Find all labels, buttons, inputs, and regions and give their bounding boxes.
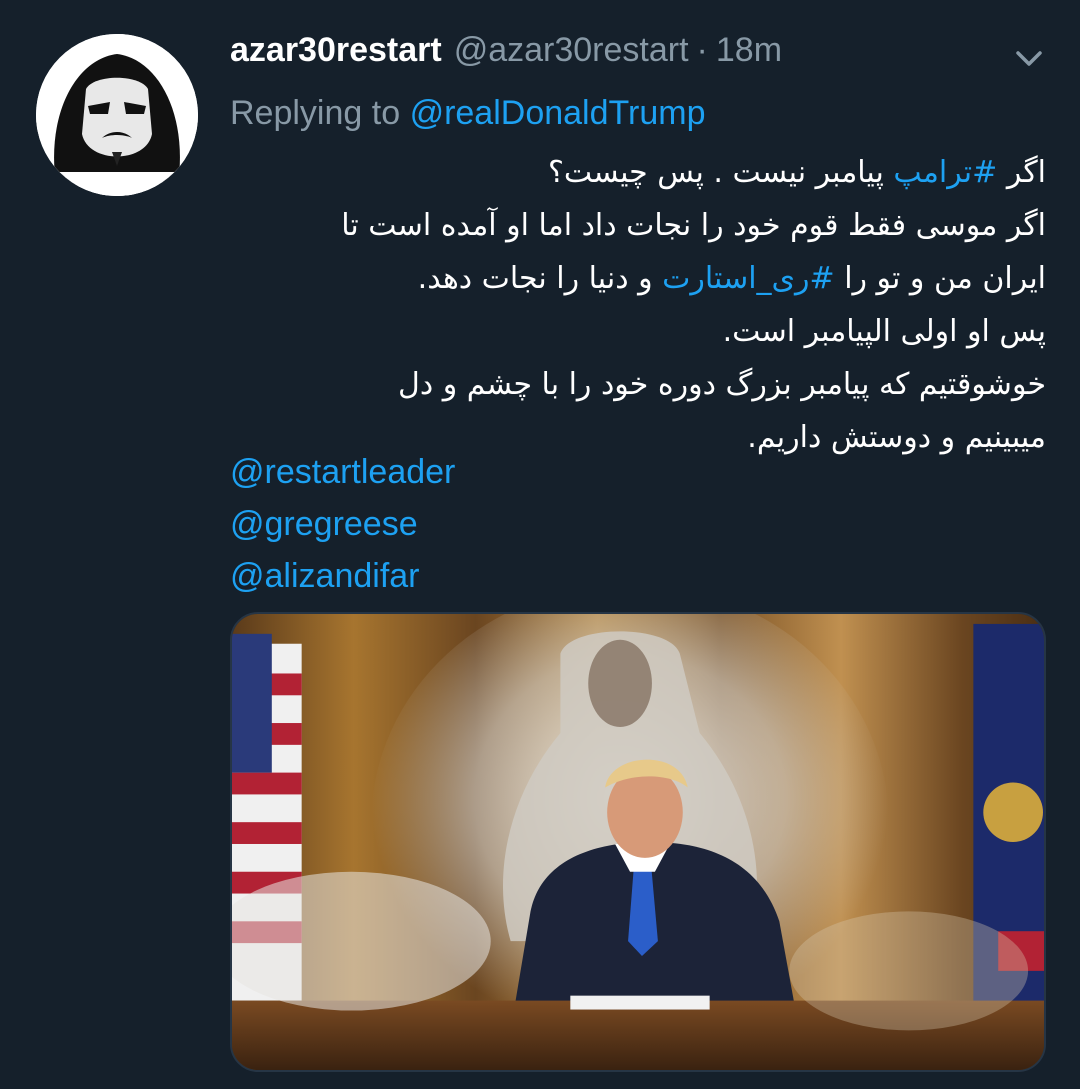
tweet-line: اگر #ترامپ پیامبر نیست . پس چیست؟ [230, 146, 1046, 199]
tweet-text: اگر #ترامپ پیامبر نیست . پس چیست؟ اگر مو… [230, 146, 1046, 464]
tweet-text-segment: ایران من و تو را [844, 261, 1046, 296]
masked-face-avatar-icon [36, 34, 198, 196]
hashtag-link[interactable]: #ری_استارت [662, 261, 835, 296]
mention-link[interactable]: @alizandifar [230, 550, 455, 602]
chevron-down-icon[interactable] [1008, 40, 1050, 76]
tweet-text-segment: و دنیا را نجات دهد. [417, 261, 653, 296]
tweet-header: azar30restart @azar30restart · 18m [230, 26, 970, 74]
oval-office-image [232, 614, 1044, 1070]
separator-dot: · [696, 30, 708, 69]
tweet-text-segment: پیامبر نیست . پس چیست؟ [547, 155, 884, 190]
mention-link[interactable]: @restartleader [230, 446, 455, 498]
tweet-text-segment: اگر [1006, 155, 1046, 190]
tweet[interactable]: azar30restart @azar30restart · 18m Reply… [0, 0, 1080, 1089]
replying-to-label: Replying to [230, 94, 401, 132]
user-handle[interactable]: @azar30restart [454, 31, 689, 70]
tweet-line: اگر موسی فقط قوم خود را نجات داد اما او … [341, 208, 1046, 243]
hashtag-link[interactable]: #ترامپ [893, 155, 997, 190]
replying-to: Replying to @realDonaldTrump [230, 94, 706, 133]
tweet-line: خوشوقتیم که پیامبر بزرگ دوره خود را با چ… [398, 367, 1046, 402]
tweet-line: ایران من و تو را #ری_استارت و دنیا را نج… [230, 252, 1046, 305]
mention-list: @restartleader @gregreese @alizandifar [230, 446, 455, 602]
tweet-line: پس او اولی الپیامبر است. [722, 314, 1046, 349]
avatar[interactable] [36, 34, 198, 196]
mention-link[interactable]: @gregreese [230, 498, 455, 550]
display-name[interactable]: azar30restart [230, 31, 442, 70]
tweet-image[interactable] [230, 612, 1046, 1072]
timestamp[interactable]: 18m [716, 31, 782, 70]
replying-to-mention[interactable]: @realDonaldTrump [410, 94, 706, 132]
